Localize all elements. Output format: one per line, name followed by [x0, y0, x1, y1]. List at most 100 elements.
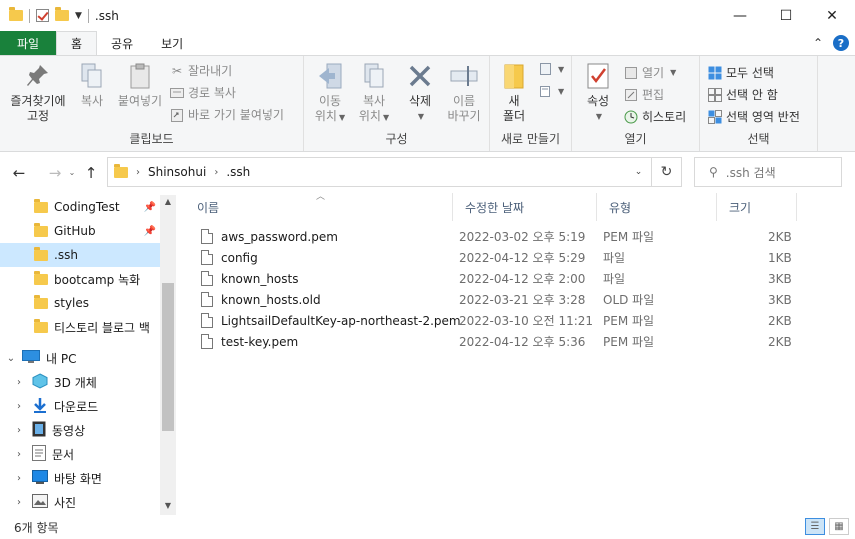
nav-item-downloads[interactable]: › 다운로드: [0, 394, 160, 418]
file-row[interactable]: known_hosts 2022-04-12 오후 2:00 파일 3KB: [197, 268, 797, 289]
nav-item-3d-objects[interactable]: › 3D 개체: [0, 370, 160, 394]
nav-item-this-pc[interactable]: ⌄ 내 PC: [0, 346, 160, 370]
ribbon-tabs: 파일 홈 공유 보기 ⌃ ?: [0, 31, 855, 55]
delete-dropdown-icon[interactable]: ▼: [418, 109, 424, 124]
expand-chevron-icon[interactable]: ›: [14, 377, 24, 388]
easy-access-button[interactable]: ▼: [538, 84, 564, 98]
nav-item-documents[interactable]: › 문서: [0, 442, 160, 466]
close-button[interactable]: ✕: [809, 0, 855, 31]
column-header-size[interactable]: 크기: [717, 193, 797, 221]
nav-item-bootcamp[interactable]: bootcamp 녹화: [0, 267, 160, 291]
file-icon: [201, 313, 213, 328]
file-row[interactable]: known_hosts.old 2022-03-21 오후 3:28 OLD 파일 3…: [197, 289, 797, 310]
open-button[interactable]: 열기 ▼: [624, 64, 676, 81]
properties-check-icon[interactable]: [36, 9, 49, 22]
nav-item-github[interactable]: GitHub 📌: [0, 219, 160, 243]
copy-path-icon: [170, 86, 184, 100]
column-header-modified[interactable]: 수정한 날짜: [453, 193, 597, 221]
properties-button[interactable]: 속성 ▼: [578, 62, 618, 124]
expand-chevron-icon[interactable]: ›: [14, 425, 24, 436]
file-row[interactable]: config 2022-04-12 오후 5:29 파일 1KB: [197, 247, 797, 268]
breadcrumb-ssh[interactable]: .ssh: [226, 165, 250, 179]
paste-shortcut-button[interactable]: 바로 가기 붙여넣기: [170, 106, 284, 123]
file-size: 2KB: [768, 334, 792, 349]
details-view-icon[interactable]: ☰: [805, 518, 825, 535]
new-folder-icon[interactable]: [55, 7, 69, 21]
pin-label-line1: 즐겨찾기에: [10, 94, 66, 108]
column-header-type[interactable]: 유형: [597, 193, 717, 221]
file-name-cell: known_hosts: [201, 268, 298, 289]
file-row[interactable]: aws_password.pem 2022-03-02 오후 5:19 PEM 파일…: [197, 226, 797, 247]
help-icon[interactable]: ?: [833, 35, 849, 51]
address-bar[interactable]: › Shinsohui › .ssh: [107, 157, 652, 187]
address-history-dropdown-icon[interactable]: ⌄: [625, 157, 652, 187]
new-item-button[interactable]: ▼: [538, 62, 564, 76]
search-icon: ⚲: [709, 165, 718, 179]
new-folder-button[interactable]: 새 폴더: [496, 62, 532, 124]
up-arrow-icon[interactable]: ↑: [80, 164, 102, 182]
tab-share[interactable]: 공유: [97, 31, 147, 55]
expand-chevron-icon[interactable]: ›: [14, 401, 24, 412]
copy-label: 복사: [80, 94, 104, 108]
expanded-chevron-icon[interactable]: ⌄: [6, 353, 16, 364]
column-header-name[interactable]: 이름: [185, 193, 453, 221]
history-button[interactable]: 히스토리: [624, 108, 686, 125]
expand-chevron-icon[interactable]: ›: [14, 449, 24, 460]
scroll-up-icon[interactable]: ▲: [160, 197, 176, 206]
nav-item-desktop[interactable]: › 바탕 화면: [0, 466, 160, 490]
file-row[interactable]: test-key.pem 2022-04-12 오후 5:36 PEM 파일 2KB: [197, 331, 797, 352]
history-label: 히스토리: [642, 110, 687, 124]
forward-arrow-icon[interactable]: →: [44, 164, 66, 182]
scroll-down-icon[interactable]: ▼: [160, 501, 176, 510]
select-group-label: 선택: [747, 132, 770, 146]
separator: [29, 8, 30, 23]
history-icon: [624, 110, 638, 124]
customize-toolbar-dropdown-icon[interactable]: ▼: [75, 11, 82, 21]
search-box[interactable]: ⚲ .ssh 검색: [694, 157, 842, 187]
pin-to-quick-access-button[interactable]: 즐겨찾기에 고정: [6, 62, 70, 124]
maximize-button[interactable]: ☐: [763, 0, 809, 31]
edit-label: 편집: [642, 88, 665, 102]
copy-to-button[interactable]: 복사 위치 ▼: [352, 62, 396, 125]
invert-selection-label: 선택 영역 반전: [726, 110, 800, 124]
invert-selection-button[interactable]: 선택 영역 반전: [708, 108, 800, 125]
large-icons-view-icon[interactable]: ▦: [829, 518, 849, 535]
nav-item-ssh[interactable]: .ssh: [0, 243, 160, 267]
expand-chevron-icon[interactable]: ›: [14, 497, 24, 508]
navigation-pane-scrollbar[interactable]: ▲ ▼: [160, 195, 176, 515]
breadcrumb-separator-icon[interactable]: ›: [214, 167, 218, 178]
folder-icon: [34, 246, 48, 261]
tab-view[interactable]: 보기: [147, 31, 197, 55]
move-to-button[interactable]: 이동 위치 ▼: [308, 62, 352, 125]
folder-icon: [34, 222, 48, 237]
tab-file[interactable]: 파일: [0, 31, 56, 55]
pin-icon: [24, 62, 52, 90]
copy-path-button[interactable]: 경로 복사: [170, 84, 236, 101]
select-all-button[interactable]: 모두 선택: [708, 64, 774, 81]
delete-button[interactable]: 삭제 ▼: [400, 62, 440, 124]
copy-button[interactable]: 복사: [72, 62, 112, 109]
select-none-button[interactable]: 선택 안 함: [708, 86, 778, 103]
scrollbar-thumb[interactable]: [162, 283, 174, 431]
folder-icon[interactable]: [9, 7, 23, 21]
refresh-icon[interactable]: ↻: [652, 157, 682, 187]
nav-item-styles[interactable]: styles: [0, 291, 160, 315]
nav-item-codingtest[interactable]: CodingTest 📌: [0, 195, 160, 219]
paste-button[interactable]: 붙여넣기: [114, 62, 166, 109]
ribbon-collapse-icon[interactable]: ⌃: [813, 36, 823, 50]
tab-home[interactable]: 홈: [56, 31, 98, 55]
rename-button[interactable]: 이름 바꾸기: [442, 62, 486, 124]
nav-item-tistory[interactable]: 티스토리 블로그 백: [0, 315, 160, 339]
edit-button[interactable]: 편집: [624, 86, 664, 103]
nav-item-videos[interactable]: › 동영상: [0, 418, 160, 442]
breadcrumb-shinsohui[interactable]: Shinsohui: [148, 165, 206, 179]
expand-chevron-icon[interactable]: ›: [14, 473, 24, 484]
recent-locations-dropdown-icon[interactable]: ⌄: [66, 168, 78, 177]
properties-dropdown-icon[interactable]: ▼: [596, 109, 602, 124]
minimize-button[interactable]: —: [717, 0, 763, 31]
file-row[interactable]: LightsailDefaultKey-ap-northeast-2.pem 20…: [197, 310, 797, 331]
nav-item-pictures[interactable]: › 사진: [0, 490, 160, 514]
back-arrow-icon[interactable]: ←: [8, 164, 30, 182]
cut-button[interactable]: ✂ 잘라내기: [170, 62, 232, 79]
breadcrumb-separator-icon[interactable]: ›: [136, 167, 140, 178]
